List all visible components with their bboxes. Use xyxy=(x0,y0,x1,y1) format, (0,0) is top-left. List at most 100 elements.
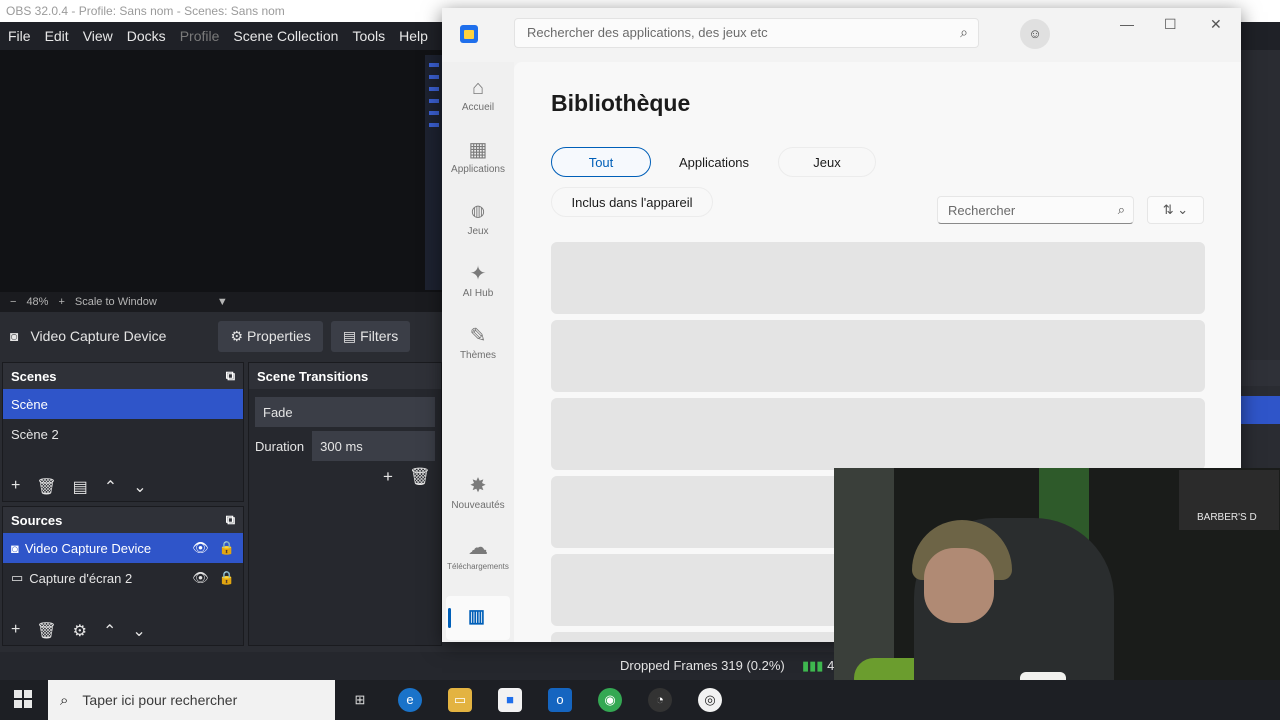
taskbar-search-input[interactable]: ⌕ Taper ici pour rechercher xyxy=(48,680,335,720)
search-icon[interactable]: ⌕ xyxy=(960,24,968,41)
source-name: Capture d'écran 2 xyxy=(29,570,133,586)
gamepad-icon: ◍ xyxy=(471,203,485,220)
library-icon: ▥ xyxy=(468,606,486,626)
selected-source-label: Video Capture Device xyxy=(30,328,167,344)
nav-label: Accueil xyxy=(461,102,495,113)
clock-app-icon[interactable]: ◔ xyxy=(648,688,672,712)
down-icon[interactable]: ⌄ xyxy=(133,477,146,497)
filter-tout[interactable]: Tout xyxy=(551,147,651,177)
zoom-out-button[interactable]: − xyxy=(10,296,16,308)
obs-right-dock-partial xyxy=(1240,360,1280,470)
transition-select[interactable]: Fade xyxy=(255,397,435,427)
nav-telechargements[interactable]: ☁ Téléchargements xyxy=(442,536,514,571)
search-icon[interactable]: ⌕ xyxy=(1118,202,1125,218)
nav-nouveautes[interactable]: ✸ Nouveautés xyxy=(442,474,514,511)
store-icon[interactable]: ■ xyxy=(498,688,522,712)
filter-applications[interactable]: Applications xyxy=(660,147,768,177)
store-logo-icon xyxy=(460,25,478,43)
filter-icon[interactable]: ▤ xyxy=(73,477,88,497)
source-item[interactable]: ▭ Capture d'écran 2 👁 🔒 xyxy=(3,563,243,593)
source-name: Video Capture Device xyxy=(24,540,152,556)
menu-tools[interactable]: Tools xyxy=(352,28,385,44)
edge-icon[interactable]: e xyxy=(398,688,422,712)
sources-title: Sources xyxy=(11,512,63,528)
eye-icon[interactable]: 👁 xyxy=(192,540,209,556)
eye-icon[interactable]: 👁 xyxy=(192,570,209,586)
filters-label: Filters xyxy=(360,328,399,344)
up-icon[interactable]: ⌃ xyxy=(103,621,116,641)
properties-label: Properties xyxy=(247,328,311,344)
zoom-in-button[interactable]: + xyxy=(58,296,64,308)
nav-label: Nouveautés xyxy=(451,500,505,511)
source-item[interactable]: ◙ Video Capture Device 👁 🔒 xyxy=(3,533,243,563)
menu-docks[interactable]: Docks xyxy=(127,28,166,44)
store-sidebar: ⌂ Accueil ▦ Applications ◍ Jeux ✦ AI Hub ✎ Th… xyxy=(442,62,514,642)
library-item-placeholder xyxy=(551,242,1205,314)
nav-themes[interactable]: ✎ Thèmes xyxy=(442,324,514,361)
filter-jeux[interactable]: Jeux xyxy=(778,147,876,177)
sources-dock: Sources ⧉ ◙ Video Capture Device 👁 🔒 ▭ Cap… xyxy=(2,506,244,646)
store-search-placeholder: Rechercher des applications, des jeux et… xyxy=(527,25,768,40)
sort-button[interactable]: ⇅ ⌄ xyxy=(1147,196,1204,224)
chevron-down-icon[interactable]: ▼ xyxy=(217,296,228,308)
menu-view[interactable]: View xyxy=(83,28,113,44)
properties-button[interactable]: ⚙ Properties xyxy=(218,320,323,352)
undock-icon[interactable]: ⧉ xyxy=(226,512,235,528)
library-search-input[interactable]: Rechercher ⌕ xyxy=(937,196,1134,224)
duration-input[interactable]: 300 ms xyxy=(312,431,435,461)
transition-row: Fade xyxy=(249,395,441,429)
add-icon[interactable]: + xyxy=(383,467,393,487)
gear-icon[interactable]: ⚙ xyxy=(73,621,87,641)
menu-edit[interactable]: Edit xyxy=(45,28,69,44)
filters-button[interactable]: ▤ Filters xyxy=(330,320,411,352)
obs-icon[interactable]: ◎ xyxy=(698,688,722,712)
filter-inclus[interactable]: Inclus dans l'appareil xyxy=(551,187,713,217)
task-view-icon[interactable]: ⊞ xyxy=(348,688,372,712)
menu-profile[interactable]: Profile xyxy=(180,28,220,44)
nav-bibliotheque[interactable]: ▥ xyxy=(446,596,510,640)
nav-accueil[interactable]: ⌂ Accueil xyxy=(442,76,514,113)
down-icon[interactable]: ⌄ xyxy=(132,621,145,641)
add-icon[interactable]: + xyxy=(11,621,20,641)
taskbar: ⌕ Taper ici pour rechercher ⊞ e ▭ ■ o ◉ … xyxy=(0,680,1280,720)
outlook-icon[interactable]: o xyxy=(548,688,572,712)
nav-jeux[interactable]: ◍ Jeux xyxy=(442,200,514,237)
trash-icon[interactable]: 🗑 xyxy=(409,467,431,487)
scenes-toolbar: + 🗑 ▤ ⌃ ⌄ xyxy=(11,477,147,497)
zoom-value: 48% xyxy=(26,296,49,308)
maximize-icon[interactable]: ☐ xyxy=(1164,16,1177,33)
chrome-icon[interactable]: ◉ xyxy=(598,688,622,712)
menu-help[interactable]: Help xyxy=(399,28,428,44)
file-explorer-icon[interactable]: ▭ xyxy=(448,688,472,712)
up-icon[interactable]: ⌃ xyxy=(104,477,117,497)
transitions-header: Scene Transitions xyxy=(249,363,441,389)
store-search-input[interactable]: Rechercher des applications, des jeux et… xyxy=(514,18,979,48)
obs-preview[interactable] xyxy=(0,50,445,292)
nav-ai-hub[interactable]: ✦ AI Hub xyxy=(442,262,514,299)
nav-label: Téléchargements xyxy=(447,562,509,571)
brush-icon: ✎ xyxy=(469,325,487,347)
menu-scene-collection[interactable]: Scene Collection xyxy=(233,28,338,44)
minimize-icon[interactable]: — xyxy=(1120,16,1134,32)
duration-row: Duration 300 ms xyxy=(249,429,441,463)
nav-label: Thèmes xyxy=(459,350,497,361)
trash-icon[interactable]: 🗑 xyxy=(36,621,56,641)
scene-item[interactable]: Scène 2 xyxy=(3,419,243,449)
nav-applications[interactable]: ▦ Applications xyxy=(442,138,514,175)
scenes-dock: Scenes ⧉ Scène Scène 2 + 🗑 ▤ ⌃ ⌄ xyxy=(2,362,244,502)
undock-icon[interactable]: ⧉ xyxy=(226,368,235,384)
close-icon[interactable]: ✕ xyxy=(1210,16,1222,33)
sources-header: Sources ⧉ xyxy=(3,507,243,533)
add-icon[interactable]: + xyxy=(11,477,20,497)
avatar[interactable]: ☺ xyxy=(1020,19,1050,49)
library-item-placeholder xyxy=(551,398,1205,470)
scale-mode[interactable]: Scale to Window xyxy=(75,296,157,308)
windows-start-icon[interactable] xyxy=(14,690,32,708)
download-icon: ☁ xyxy=(468,537,488,559)
menu-file[interactable]: File xyxy=(8,28,31,44)
lock-icon[interactable]: 🔒 xyxy=(219,540,235,556)
scene-item[interactable]: Scène xyxy=(3,389,243,419)
lock-icon[interactable]: 🔒 xyxy=(219,570,235,586)
dropped-frames: Dropped Frames 319 (0.2%) xyxy=(620,658,785,673)
trash-icon[interactable]: 🗑 xyxy=(36,477,56,497)
